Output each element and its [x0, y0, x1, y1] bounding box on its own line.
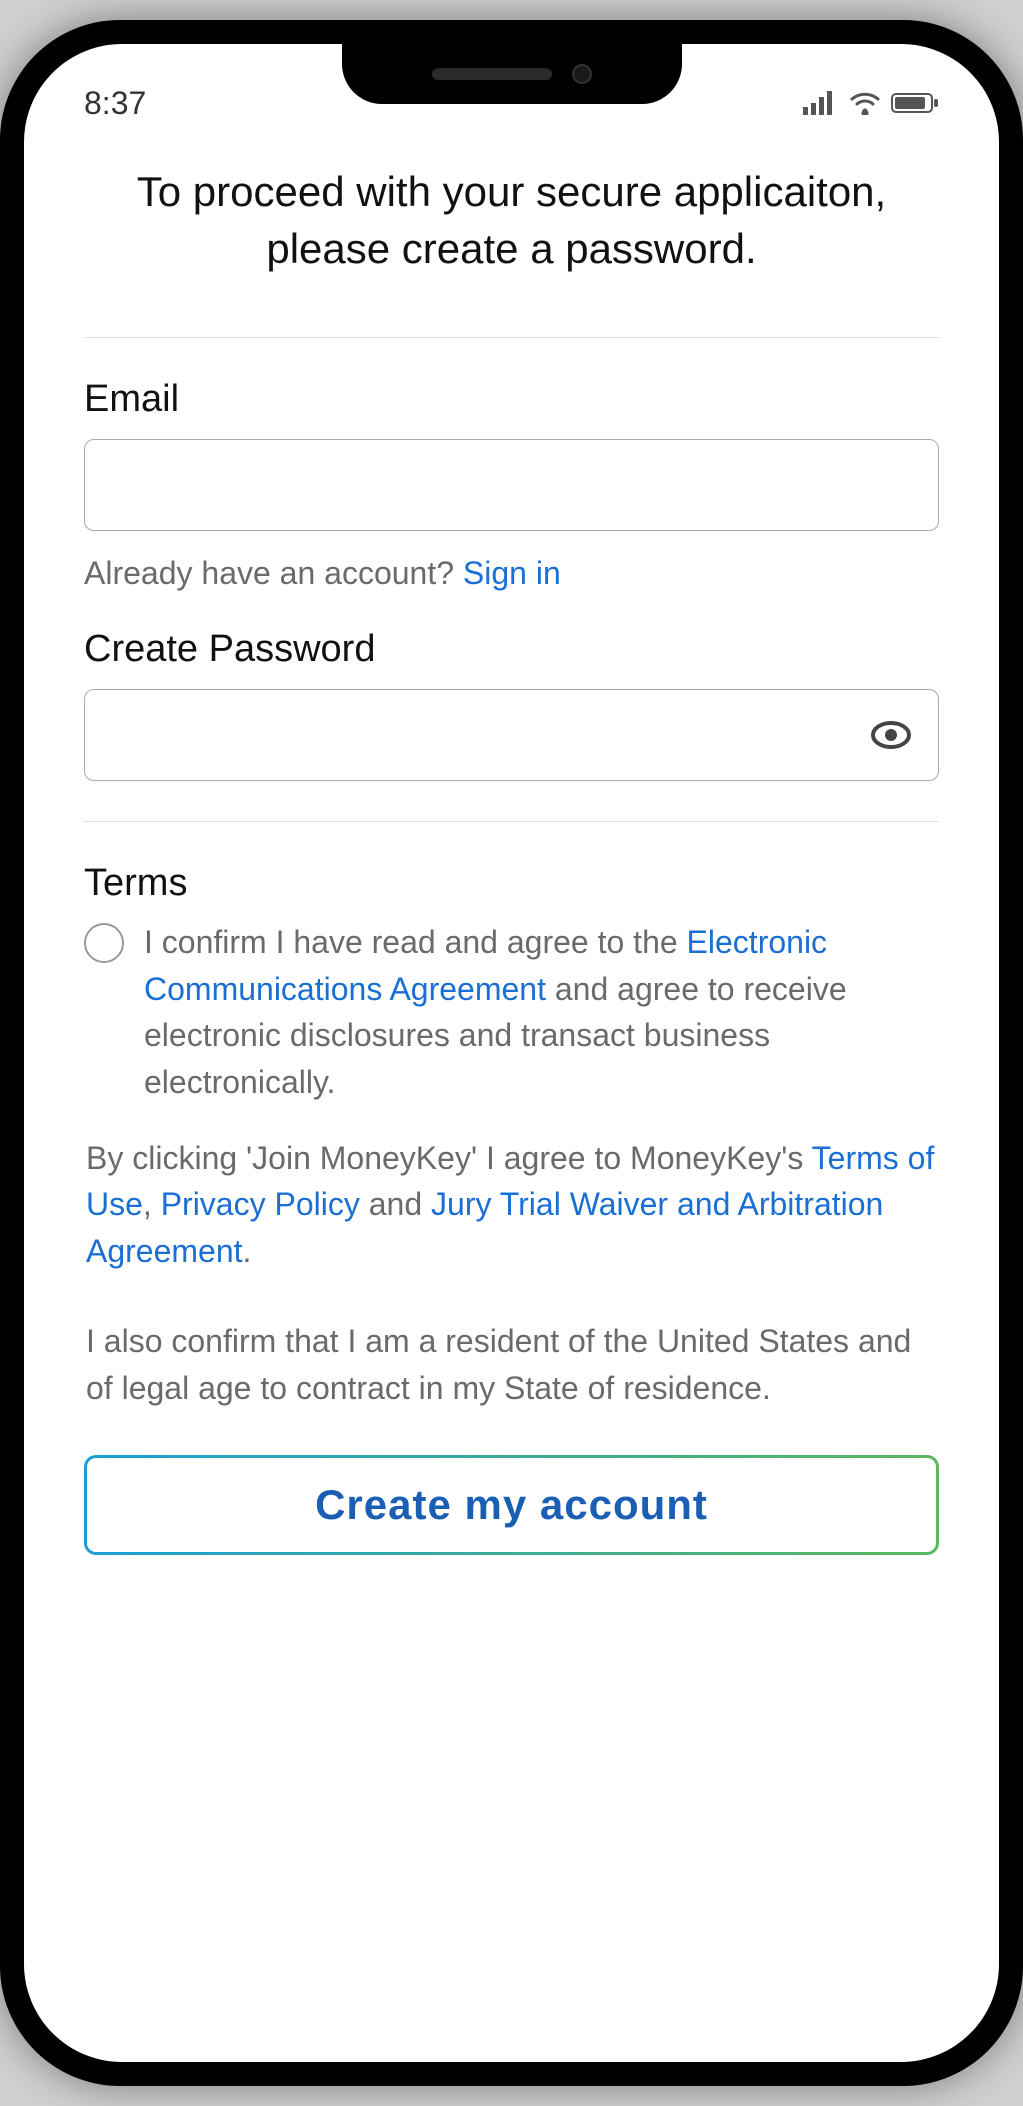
terms-confirm-radio[interactable] [84, 923, 124, 963]
privacy-policy-link[interactable]: Privacy Policy [161, 1186, 360, 1222]
period: . [243, 1233, 252, 1269]
cellular-signal-icon [803, 91, 839, 115]
terms-section: Terms I confirm I have read and agree to… [84, 862, 939, 1411]
terms-confirm-row: I confirm I have read and agree to the E… [84, 919, 939, 1105]
phone-device-frame: 8:37 To proceed [0, 20, 1023, 2086]
page-heading: To proceed with your secure applicaiton,… [84, 164, 939, 277]
battery-icon [891, 91, 939, 115]
already-have-text: Already have an account? [84, 555, 463, 591]
divider [84, 337, 939, 338]
wifi-icon [849, 91, 881, 115]
email-input[interactable] [84, 439, 939, 531]
and-text: and [360, 1186, 431, 1222]
sign-in-link[interactable]: Sign in [463, 555, 561, 591]
signin-helper: Already have an account? Sign in [84, 555, 939, 592]
resident-paragraph: I also confirm that I am a resident of t… [84, 1318, 939, 1411]
status-icons [803, 91, 939, 115]
terms-heading: Terms [84, 862, 939, 905]
email-label: Email [84, 378, 939, 421]
password-field-group: Create Password [84, 628, 939, 781]
front-camera [572, 64, 592, 84]
phone-screen: 8:37 To proceed [24, 44, 999, 2062]
phone-notch [342, 44, 682, 104]
divider [84, 821, 939, 822]
confirm-prefix: I confirm I have read and agree to the [144, 924, 687, 960]
create-account-button[interactable]: Create my account [84, 1455, 939, 1555]
status-time: 8:37 [84, 85, 146, 122]
terms-confirm-text: I confirm I have read and agree to the E… [144, 919, 939, 1105]
comma: , [143, 1186, 161, 1222]
create-account-label: Create my account [87, 1458, 936, 1552]
by-clicking-paragraph: By clicking 'Join MoneyKey' I agree to M… [84, 1135, 939, 1274]
eye-toggle-icon[interactable] [871, 721, 911, 749]
page-content: To proceed with your secure applicaiton,… [24, 134, 999, 1555]
email-field-group: Email Already have an account? Sign in [84, 378, 939, 592]
password-input[interactable] [84, 689, 939, 781]
by-clicking-prefix: By clicking 'Join MoneyKey' I agree to M… [86, 1140, 812, 1176]
password-label: Create Password [84, 628, 939, 671]
speaker-grille [432, 68, 552, 80]
